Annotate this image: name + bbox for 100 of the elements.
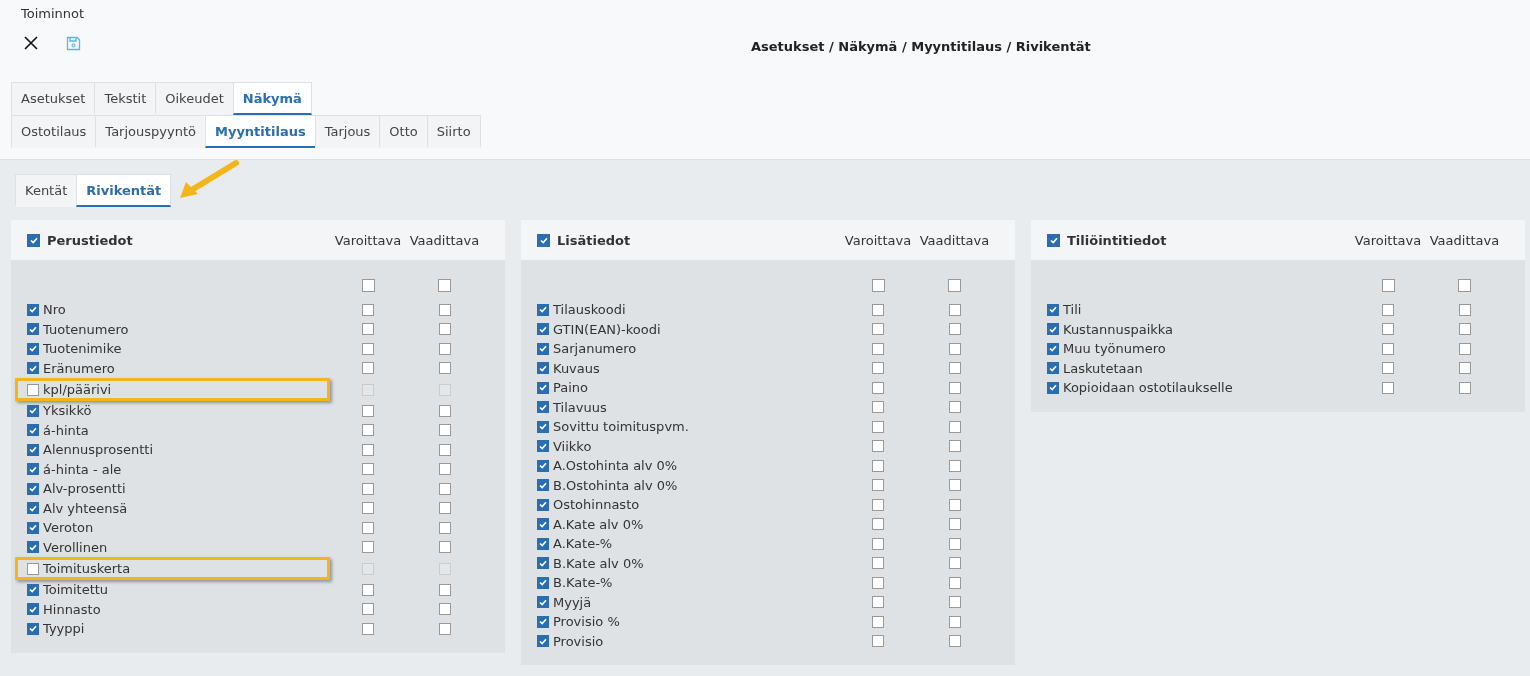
checkbox[interactable]: [537, 479, 549, 492]
checkbox[interactable]: [872, 401, 884, 414]
checkbox[interactable]: [27, 303, 39, 316]
checkbox[interactable]: [537, 459, 549, 472]
checkbox[interactable]: [872, 498, 884, 511]
checkbox[interactable]: [1047, 233, 1060, 247]
checkbox[interactable]: [362, 502, 374, 515]
checkbox[interactable]: [537, 498, 549, 511]
checkbox[interactable]: [1458, 362, 1471, 375]
checkbox[interactable]: [362, 443, 374, 456]
tab[interactable]: Näkymä: [232, 82, 312, 115]
checkbox[interactable]: [948, 420, 961, 433]
checkbox[interactable]: [27, 583, 39, 596]
checkbox[interactable]: [362, 303, 374, 316]
checkbox[interactable]: [537, 342, 549, 355]
checkbox[interactable]: [537, 615, 549, 628]
checkbox[interactable]: [27, 383, 39, 396]
checkbox[interactable]: [438, 303, 451, 316]
checkbox[interactable]: [362, 521, 374, 534]
checkbox[interactable]: [872, 459, 884, 472]
checkbox[interactable]: [438, 502, 451, 515]
checkbox[interactable]: [537, 303, 549, 316]
checkbox[interactable]: [537, 518, 549, 531]
checkbox[interactable]: [872, 323, 884, 336]
checkbox[interactable]: [872, 381, 884, 394]
checkbox[interactable]: [27, 622, 39, 635]
checkbox[interactable]: [438, 521, 451, 534]
checkbox[interactable]: [948, 342, 961, 355]
checkbox[interactable]: [27, 502, 39, 515]
checkbox[interactable]: [362, 323, 374, 336]
checkbox[interactable]: [948, 381, 961, 394]
checkbox[interactable]: [537, 596, 549, 609]
checkbox[interactable]: [537, 557, 549, 570]
checkbox[interactable]: [537, 323, 549, 336]
checkbox[interactable]: [362, 541, 374, 554]
checkbox[interactable]: [1382, 342, 1394, 355]
checkbox[interactable]: [1382, 323, 1394, 336]
checkbox[interactable]: [1047, 342, 1059, 355]
checkbox[interactable]: [537, 420, 549, 433]
checkbox[interactable]: [27, 541, 39, 554]
checkbox[interactable]: [1458, 303, 1471, 316]
checkbox[interactable]: [872, 537, 884, 550]
checkbox[interactable]: [872, 479, 884, 492]
checkbox[interactable]: [27, 362, 39, 375]
checkbox[interactable]: [948, 498, 961, 511]
checkbox[interactable]: [1458, 342, 1471, 355]
checkbox[interactable]: [438, 463, 451, 476]
checkbox[interactable]: [948, 401, 961, 414]
checkbox[interactable]: [438, 443, 451, 456]
tab[interactable]: Myyntitilaus: [204, 115, 316, 148]
checkbox[interactable]: [27, 603, 39, 616]
checkbox[interactable]: [1047, 323, 1059, 336]
checkbox[interactable]: [948, 278, 961, 292]
checkbox[interactable]: [362, 342, 374, 355]
tab[interactable]: Siirto: [426, 115, 481, 148]
checkbox[interactable]: [362, 362, 374, 375]
checkbox[interactable]: [27, 443, 39, 456]
checkbox[interactable]: [27, 562, 39, 575]
checkbox[interactable]: [438, 482, 451, 495]
checkbox[interactable]: [872, 596, 884, 609]
checkbox[interactable]: [948, 479, 961, 492]
checkbox[interactable]: [362, 583, 374, 596]
checkbox[interactable]: [1458, 381, 1471, 394]
checkbox[interactable]: [1382, 381, 1394, 394]
checkbox[interactable]: [872, 576, 884, 589]
checkbox[interactable]: [1381, 278, 1395, 292]
checkbox[interactable]: [362, 603, 374, 616]
checkbox[interactable]: [438, 278, 451, 292]
checkbox[interactable]: [438, 404, 451, 417]
checkbox[interactable]: [948, 615, 961, 628]
checkbox[interactable]: [438, 603, 451, 616]
checkbox[interactable]: [362, 424, 374, 437]
checkbox[interactable]: [948, 596, 961, 609]
checkbox[interactable]: [27, 323, 39, 336]
checkbox[interactable]: [537, 401, 549, 414]
checkbox[interactable]: [872, 342, 884, 355]
tab[interactable]: Oikeudet: [155, 82, 234, 115]
tab[interactable]: Rivikentät: [76, 174, 172, 207]
checkbox[interactable]: [362, 404, 374, 417]
checkbox[interactable]: [438, 622, 451, 635]
checkbox[interactable]: [948, 323, 961, 336]
checkbox[interactable]: [872, 518, 884, 531]
checkbox[interactable]: [27, 342, 39, 355]
checkbox[interactable]: [27, 521, 39, 534]
checkbox[interactable]: [438, 424, 451, 437]
checkbox[interactable]: [948, 557, 961, 570]
checkbox[interactable]: [1382, 303, 1394, 316]
checkbox[interactable]: [872, 557, 884, 570]
tab[interactable]: Tekstit: [94, 82, 157, 115]
checkbox[interactable]: [537, 381, 549, 394]
checkbox[interactable]: [27, 233, 40, 247]
checkbox[interactable]: [537, 362, 549, 375]
checkbox[interactable]: [361, 278, 375, 292]
checkbox[interactable]: [438, 362, 451, 375]
tab[interactable]: Ostotilaus: [11, 115, 97, 148]
checkbox[interactable]: [27, 424, 39, 437]
checkbox[interactable]: [1047, 381, 1059, 394]
checkbox[interactable]: [872, 635, 884, 648]
checkbox[interactable]: [1047, 303, 1059, 316]
checkbox[interactable]: [1047, 362, 1059, 375]
